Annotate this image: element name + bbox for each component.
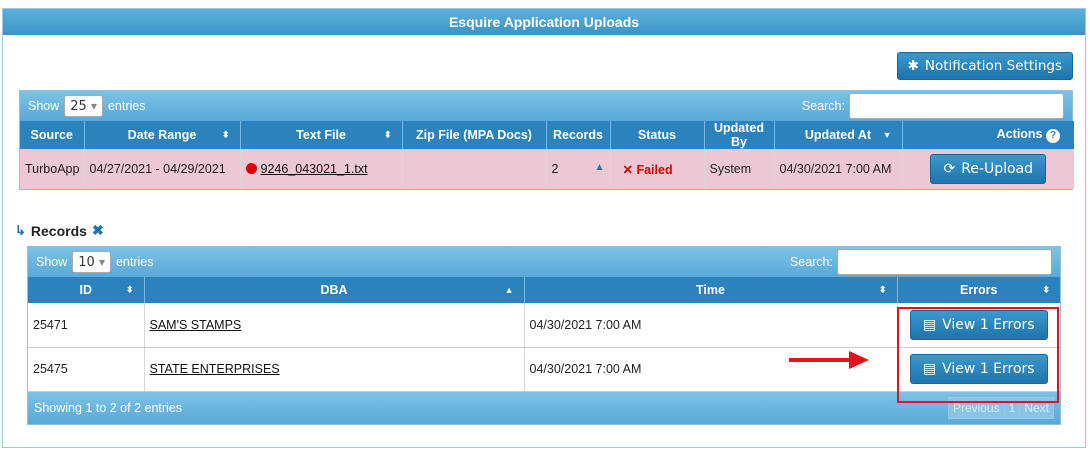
panel-title: Esquire Application Uploads (3, 9, 1085, 35)
col-dba[interactable]: DBA ▲ (144, 277, 525, 303)
cell-source: TurboApp (20, 149, 85, 189)
dba-link[interactable]: SAM'S STAMPS (150, 318, 242, 332)
uploads-table: Show 25 ▼ entries Search: Source Date Ra… (19, 90, 1074, 190)
col-errors-label: Errors (959, 283, 998, 297)
uploads-search-input[interactable] (849, 93, 1064, 119)
sort-asc-icon: ▲ (504, 285, 514, 295)
search-label: Search: (789, 255, 833, 269)
cell-id: 25471 (28, 303, 145, 348)
records-title: Records (30, 222, 87, 239)
records-heading: ↳ Records ✖ (15, 222, 104, 239)
col-time[interactable]: Time ⬍ (524, 277, 898, 303)
col-status[interactable]: Status (610, 121, 705, 149)
col-source[interactable]: Source (20, 121, 85, 149)
cell-zip-file (402, 149, 547, 189)
uploads-table-toolbar: Show 25 ▼ entries Search: (20, 91, 1072, 121)
showing-info: Showing 1 to 2 of 2 entries (34, 400, 183, 415)
chevron-down-icon: ▼ (98, 257, 105, 267)
sort-icon: ⬍ (383, 129, 392, 140)
cell-date-range: 04/27/2021 - 04/29/2021 (84, 149, 241, 189)
sort-icon: ⬍ (1042, 284, 1050, 295)
highlight-box (897, 307, 1059, 403)
search-label: Search: (801, 99, 845, 113)
cell-updated-at: 04/30/2021 7:00 AM (774, 149, 903, 189)
records-search-input[interactable] (837, 249, 1052, 275)
col-dba-label: DBA (320, 283, 348, 297)
records-page-length-select[interactable]: 10 ▼ (72, 251, 111, 273)
sort-desc-icon: ▼ (882, 130, 892, 140)
col-updated-by-label: Updated By (714, 121, 764, 149)
cell-records: 2 ▲ (546, 149, 611, 189)
col-actions: Actions ? (902, 121, 1074, 149)
cell-actions: ⟳ Re-Upload (902, 149, 1074, 189)
col-status-label: Status (637, 128, 677, 142)
cell-updated-by: System (704, 149, 775, 189)
show-label: Show (36, 255, 68, 269)
chevron-down-icon: ▼ (90, 101, 97, 111)
expand-records-icon[interactable]: ▲ (595, 162, 605, 173)
records-page-length-value: 10 (78, 254, 95, 270)
help-icon[interactable]: ? (1046, 129, 1060, 143)
col-time-label: Time (696, 283, 725, 297)
entries-label: entries (115, 255, 154, 269)
col-zip-file[interactable]: Zip File (MPA Docs) (402, 121, 547, 149)
col-id[interactable]: ID ⬍ (28, 277, 145, 303)
status-dot-icon (245, 163, 257, 174)
refresh-icon: ⟳ (943, 161, 956, 177)
col-source-label: Source (30, 128, 73, 142)
dba-link[interactable]: STATE ENTERPRISES (150, 362, 280, 376)
col-actions-label: Actions (996, 127, 1043, 141)
col-records[interactable]: Records (546, 121, 611, 149)
text-file-link[interactable]: 9246_043021_1.txt (261, 162, 368, 176)
col-zip-file-label: Zip File (MPA Docs) (416, 128, 532, 142)
sort-icon: ⬍ (221, 129, 230, 140)
sort-icon: ⬍ (125, 284, 134, 295)
table-row[interactable]: TurboApp 04/27/2021 - 04/29/2021 9246_04… (20, 149, 1074, 189)
show-label: Show (28, 99, 60, 113)
col-text-file[interactable]: Text File ⬍ (240, 121, 403, 149)
col-updated-at[interactable]: Updated At ▼ (774, 121, 903, 149)
records-table-toolbar: Show 10 ▼ entries Search: (28, 247, 1060, 277)
nested-arrow-icon: ↳ (15, 222, 26, 238)
cell-time: 04/30/2021 7:00 AM (524, 303, 898, 348)
col-records-label: Records (552, 128, 604, 142)
records-count: 2 (551, 162, 559, 176)
col-date-range-label: Date Range (127, 128, 197, 142)
sort-icon: ⬍ (878, 284, 887, 295)
notification-settings-label: Notification Settings (924, 58, 1062, 74)
annotation-arrow-icon (789, 351, 869, 369)
col-id-label: ID (79, 283, 93, 297)
failed-icon: ✕ (622, 162, 633, 177)
close-icon[interactable]: ✖ (92, 222, 104, 239)
col-text-file-label: Text File (296, 128, 346, 142)
re-upload-button[interactable]: ⟳ Re-Upload (930, 154, 1047, 184)
cell-id: 25475 (28, 347, 145, 392)
col-date-range[interactable]: Date Range ⬍ (84, 121, 241, 149)
cell-text-file: 9246_043021_1.txt (240, 149, 403, 189)
cell-dba: STATE ENTERPRISES (144, 347, 525, 392)
cell-status: ✕ Failed (610, 149, 705, 189)
re-upload-label: Re-Upload (961, 161, 1034, 177)
col-updated-at-label: Updated At (804, 128, 872, 142)
status-failed: Failed (636, 162, 673, 177)
notification-settings-button[interactable]: ✱ Notification Settings (896, 52, 1073, 80)
page-length-select[interactable]: 25 ▼ (64, 95, 103, 117)
entries-label: entries (107, 99, 146, 113)
col-updated-by[interactable]: Updated By (704, 121, 775, 149)
cell-dba: SAM'S STAMPS (144, 303, 525, 348)
page-length-value: 25 (70, 98, 87, 114)
col-errors[interactable]: Errors ⬍ (897, 277, 1060, 303)
gear-icon: ✱ (907, 58, 919, 74)
